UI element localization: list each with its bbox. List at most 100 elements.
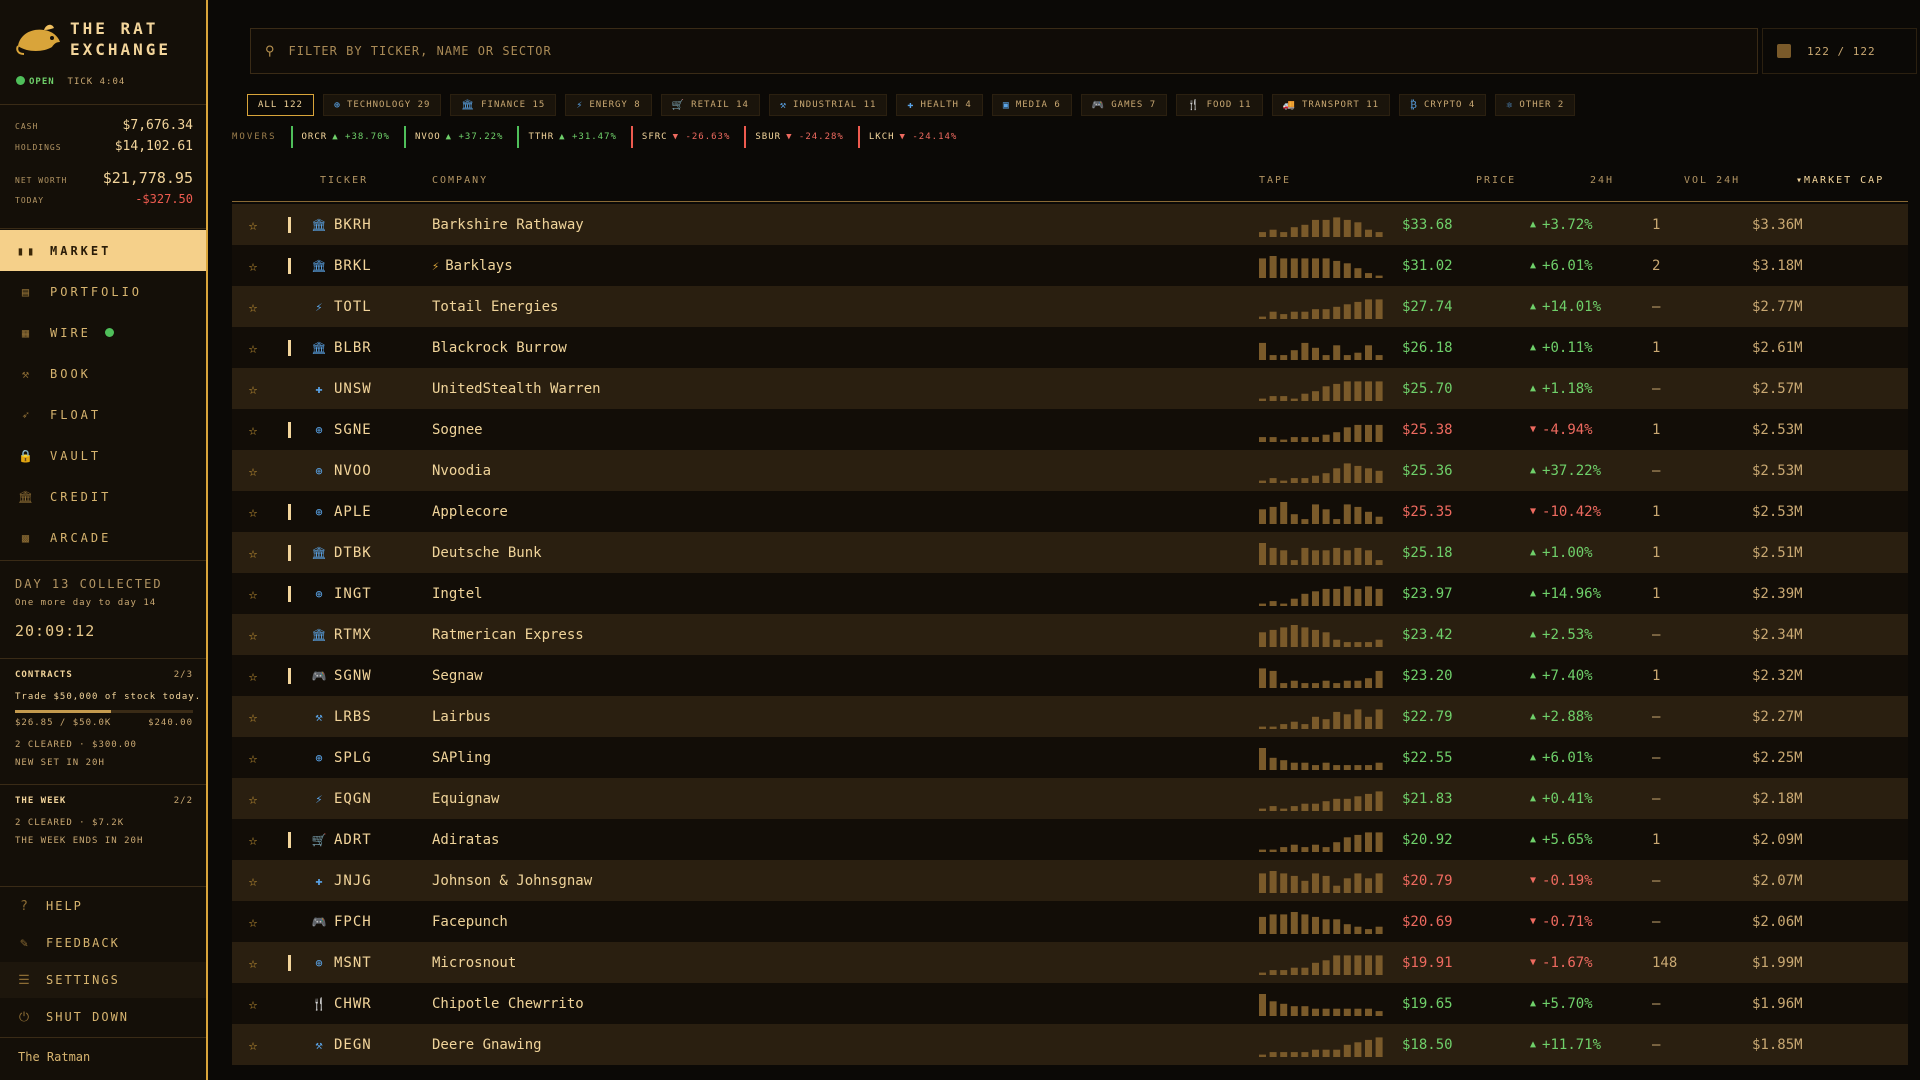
nav-portfolio[interactable]: ▤ PORTFOLIO — [0, 271, 206, 312]
sector-filter-chip[interactable]: ₿ CRYPTO 4 — [1399, 94, 1487, 116]
tape-bar — [1375, 832, 1383, 852]
favorite-star-icon[interactable]: ☆ — [245, 696, 261, 737]
favorite-star-icon[interactable]: ☆ — [245, 819, 261, 860]
arrow-up-icon: ▲ — [1530, 1039, 1537, 1050]
tape-bar — [1333, 383, 1341, 401]
column-price[interactable]: PRICE — [1476, 175, 1516, 186]
table-row[interactable]: ☆ 🏛 RTMX Ratmerican Express $23.42 ▲ +2.53% — $2… — [232, 614, 1908, 655]
sector-filter-chip[interactable]: ⚛ OTHER 2 — [1495, 94, 1576, 116]
price-value: $26.18 — [1402, 339, 1453, 356]
mover-chip[interactable]: TTHR ▲ +31.47% — [517, 126, 626, 148]
favorite-star-icon[interactable]: ☆ — [245, 778, 261, 819]
favorite-star-icon[interactable]: ☆ — [245, 573, 261, 614]
tape-bar — [1354, 465, 1362, 483]
mover-chip[interactable]: SBUR ▼ -24.28% — [744, 126, 853, 148]
favorite-star-icon[interactable]: ☆ — [245, 655, 261, 696]
week-header[interactable]: THE WEEK 2/2 — [15, 796, 193, 806]
nav-float[interactable]: ➶ FLOAT — [0, 394, 206, 435]
favorite-star-icon[interactable]: ☆ — [245, 204, 261, 245]
column-ticker[interactable]: TICKER — [320, 175, 368, 186]
table-row[interactable]: ☆ ⊕ SGNE Sognee $25.38 ▼ -4.94% 1 $2.53M — [232, 409, 1908, 450]
nav-book[interactable]: ⚒ BOOK — [0, 353, 206, 394]
table-row[interactable]: ☆ ⚡ EQGN Equignaw $21.83 ▲ +0.41% — $2.18M — [232, 778, 1908, 819]
column-tape[interactable]: TAPE — [1259, 175, 1291, 186]
table-row[interactable]: ☆ ⊕ NVOO Nvoodia $25.36 ▲ +37.22% — $2.53M — [232, 450, 1908, 491]
nav-arcade[interactable]: ▩ ARCADE — [0, 517, 206, 558]
table-row[interactable]: ☆ 🏛 BLBR Blackrock Burrow $26.18 ▲ +0.11% 1 $2.6… — [232, 327, 1908, 368]
table-row[interactable]: ☆ 🏛 DTBK Deutsche Bunk $25.18 ▲ +1.00% 1 $2.51M — [232, 532, 1908, 573]
sector-filter-chip[interactable]: 🍴 FOOD 11 — [1176, 94, 1263, 116]
column-market-cap[interactable]: ▾MARKET CAP — [1796, 175, 1884, 186]
favorite-star-icon[interactable]: ☆ — [245, 614, 261, 655]
nav-market[interactable]: ▮▮ MARKET — [0, 230, 206, 271]
table-row[interactable]: ☆ 🎮 FPCH Facepunch $20.69 ▼ -0.71% — $2.06M — [232, 901, 1908, 942]
table-row[interactable]: ☆ 🛒 ADRT Adiratas $20.92 ▲ +5.65% 1 $2.09M — [232, 819, 1908, 860]
favorite-star-icon[interactable]: ☆ — [245, 368, 261, 409]
arrow-down-icon: ▼ — [1530, 424, 1537, 435]
user-name[interactable]: The Ratman — [18, 1050, 90, 1064]
mover-chip[interactable]: LKCH ▼ -24.14% — [857, 126, 967, 148]
app-logo[interactable]: THE RAT EXCHANGE OPEN TICK 4:04 — [14, 18, 194, 88]
table-row[interactable]: ☆ ⊕ INGT Ingtel $23.97 ▲ +14.96% 1 $2.39M — [232, 573, 1908, 614]
favorite-star-icon[interactable]: ☆ — [245, 901, 261, 942]
column-volume[interactable]: VOL 24H — [1684, 175, 1740, 186]
help-button[interactable]: ? HELP — [0, 888, 206, 924]
sector-icon: ⊕ — [333, 99, 341, 111]
tape-bar — [1259, 543, 1266, 565]
holding-bar — [288, 503, 291, 520]
table-row[interactable]: ☆ ⚡ TOTL Totail Energies $27.74 ▲ +14.01% — $2.7… — [232, 286, 1908, 327]
table-row[interactable]: ☆ ⊕ SPLG SAPling $22.55 ▲ +6.01% — $2.25M — [232, 737, 1908, 778]
sector-filter-chip[interactable]: 🎮 GAMES 7 — [1080, 94, 1168, 116]
favorite-star-icon[interactable]: ☆ — [245, 450, 261, 491]
nav-wire[interactable]: ▦ WIRE — [0, 312, 206, 353]
mover-chip[interactable]: NVOO ▲ +37.22% — [403, 126, 513, 148]
sector-filter-chip[interactable]: 🚚 TRANSPORT 11 — [1271, 94, 1391, 116]
table-row[interactable]: ☆ ✚ UNSW UnitedStealth Warren $25.70 ▲ +1.18% —… — [232, 368, 1908, 409]
sector-filter-chip[interactable]: ⊕ TECHNOLOGY 29 — [322, 94, 442, 116]
table-row[interactable]: ☆ 🏛 BRKL ⚡ Barklays $31.02 ▲ +6.01% 2 $3.18M — [232, 245, 1908, 286]
table-row[interactable]: ☆ 🍴 CHWR Chipotle Chewrrito $19.65 ▲ +5.70% — $1… — [232, 983, 1908, 1024]
sector-filter-chip[interactable]: 🏛 FINANCE 15 — [450, 94, 557, 116]
tape-bar — [1375, 560, 1383, 565]
favorite-star-icon[interactable]: ☆ — [245, 1024, 261, 1065]
mover-chip[interactable]: SFRC ▼ -26.63% — [630, 126, 740, 148]
table-row[interactable]: ☆ ⚒ LRBS Lairbus $22.79 ▲ +2.88% — $2.27M — [232, 696, 1908, 737]
table-row[interactable]: ☆ 🎮 SGNW Segnaw $23.20 ▲ +7.40% 1 $2.32M — [232, 655, 1908, 696]
contracts-header[interactable]: CONTRACTS 2/3 — [15, 670, 193, 680]
tape-bar — [1343, 263, 1351, 278]
result-count[interactable]: 122 / 122 — [1762, 28, 1917, 74]
table-row[interactable]: ☆ 🏛 BKRH Barkshire Rathaway $33.68 ▲ +3.72% 1 $3… — [232, 204, 1908, 245]
volume-24h: 1 — [1652, 544, 1661, 561]
nav-vault[interactable]: 🔒 VAULT — [0, 435, 206, 476]
favorite-star-icon[interactable]: ☆ — [245, 327, 261, 368]
favorite-star-icon[interactable]: ☆ — [245, 983, 261, 1024]
nav-credit[interactable]: 🏛 CREDIT — [0, 476, 206, 517]
favorite-star-icon[interactable]: ☆ — [245, 409, 261, 450]
favorite-star-icon[interactable]: ☆ — [245, 737, 261, 778]
favorite-star-icon[interactable]: ☆ — [245, 245, 261, 286]
search-box[interactable]: ⚲ — [250, 28, 1758, 74]
feedback-button[interactable]: ✎ FEEDBACK — [0, 925, 206, 961]
search-input[interactable] — [288, 44, 1689, 58]
column-company[interactable]: COMPANY — [432, 175, 488, 186]
favorite-star-icon[interactable]: ☆ — [245, 491, 261, 532]
mover-chip[interactable]: ORCR ▲ +38.70% — [290, 126, 400, 148]
table-row[interactable]: ☆ ⚒ DEGN Deere Gnawing $18.50 ▲ +11.71% — $1.85M — [232, 1024, 1908, 1065]
sector-filter-chip[interactable]: ⚡ ENERGY 8 — [565, 94, 652, 116]
shut-down-button[interactable]: ⏻ SHUT DOWN — [0, 999, 206, 1035]
table-row[interactable]: ☆ ⊕ MSNT Microsnout $19.91 ▼ -1.67% 148 $1.99M — [232, 942, 1908, 983]
table-row[interactable]: ☆ ⊕ APLE Applecore $25.35 ▼ -10.42% 1 $2.53M — [232, 491, 1908, 532]
favorite-star-icon[interactable]: ☆ — [245, 942, 261, 983]
cash-row: CASH $7,676.34 — [15, 118, 193, 133]
favorite-star-icon[interactable]: ☆ — [245, 532, 261, 573]
sector-filter-chip[interactable]: ✚ HEALTH 4 — [896, 94, 983, 116]
sector-filter-chip[interactable]: ▣ MEDIA 6 — [991, 94, 1072, 116]
sector-filter-chip[interactable]: ⚒ INDUSTRIAL 11 — [768, 94, 888, 116]
table-row[interactable]: ☆ ✚ JNJG Johnson & Johnsgnaw $20.79 ▼ -0.19% — $… — [232, 860, 1908, 901]
favorite-star-icon[interactable]: ☆ — [245, 286, 261, 327]
column-24h[interactable]: 24H — [1590, 175, 1614, 186]
settings-button[interactable]: ☰ SETTINGS — [0, 962, 206, 998]
sector-filter-chip[interactable]: ALL 122 — [247, 94, 314, 116]
sector-filter-chip[interactable]: 🛒 RETAIL 14 — [660, 94, 760, 116]
favorite-star-icon[interactable]: ☆ — [245, 860, 261, 901]
